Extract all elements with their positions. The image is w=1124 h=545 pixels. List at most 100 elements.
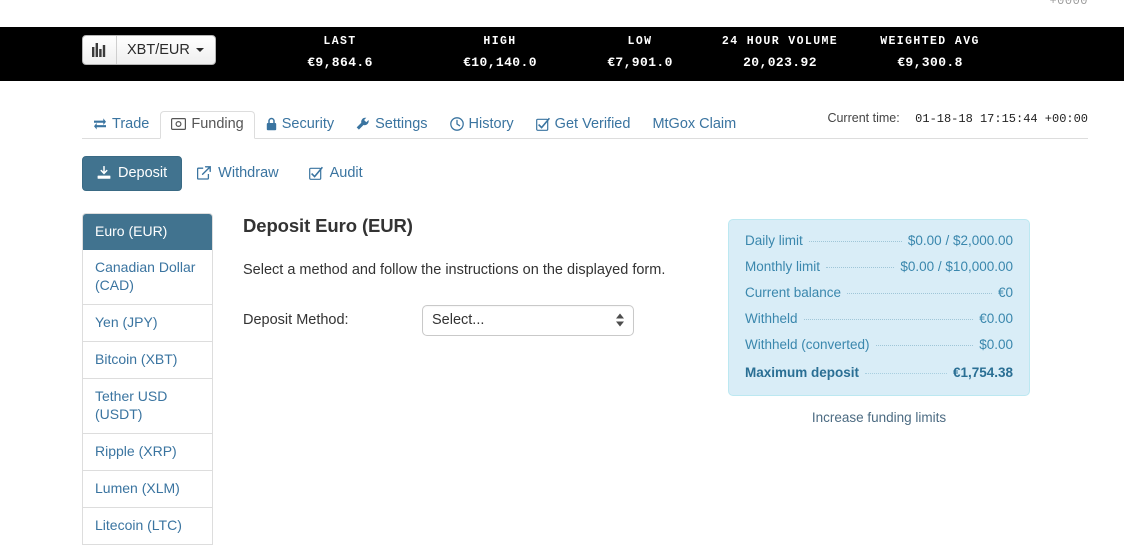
tab-label: Settings	[375, 115, 428, 132]
lock-icon	[266, 117, 277, 131]
subnav-deposit-button[interactable]: Deposit	[82, 156, 183, 191]
tab-mtgox-claim[interactable]: MtGox Claim	[641, 111, 747, 140]
limit-label: Withheld (converted)	[745, 336, 870, 352]
limit-value: €0	[997, 284, 1013, 300]
tab-label: Get Verified	[554, 115, 631, 132]
current-time: Current time: 01-18-18 17:15:44 +00:00	[827, 111, 1088, 126]
select-stepper-icon	[616, 313, 624, 327]
increase-funding-limits-label: Increase funding limits	[811, 409, 947, 425]
current-time-label: Current time:	[827, 111, 900, 125]
currency-sidebar: Euro (EUR) Canadian Dollar (CAD) Yen (JP…	[82, 212, 213, 545]
leader-dots	[808, 240, 902, 242]
limit-row-withheld: Withheld €0.00	[745, 311, 1013, 326]
sidebar-item-label: Euro (EUR)	[95, 222, 168, 239]
sidebar-item-label: Lumen (XLM)	[95, 479, 180, 496]
primary-nav-wrapper: Trade Funding Security Settings History …	[82, 81, 1088, 139]
tab-settings[interactable]: Settings	[345, 111, 438, 140]
leader-dots	[826, 266, 895, 268]
subnav-label: Audit	[329, 165, 363, 181]
tab-history[interactable]: History	[439, 111, 525, 140]
check-square-icon	[535, 117, 550, 131]
ticker-stat-value: €7,901.0	[607, 55, 673, 70]
leader-dots	[865, 372, 947, 374]
ticker-stat-key: WEIGHTED AVG	[880, 35, 980, 48]
sidebar-item-label: Tether USD (USDT)	[95, 388, 168, 422]
subnav-withdraw-button[interactable]: Withdraw	[182, 156, 293, 191]
clock-icon	[449, 116, 464, 131]
sidebar-item-xrp[interactable]: Ripple (XRP)	[83, 433, 212, 471]
tab-trade[interactable]: Trade	[82, 111, 160, 140]
ticker-stat-low: LOW €7,901.0	[570, 27, 710, 81]
subnav-label: Deposit	[118, 165, 168, 181]
limit-row-withheld-converted: Withheld (converted) $0.00	[745, 337, 1013, 352]
tab-label: Funding	[191, 115, 244, 132]
market-ticker-bar: XBT/EUR LAST €9,864.6 HIGH €10,140.0 LOW…	[0, 27, 1124, 81]
limit-value: $0.00 / $2,000.00	[907, 232, 1013, 248]
sidebar-item-xlm[interactable]: Lumen (XLM)	[83, 470, 212, 508]
subnav-audit-button[interactable]: Audit	[294, 156, 378, 191]
deposit-content: Deposit Euro (EUR) Select a method and f…	[243, 213, 1088, 425]
sidebar-item-label: Bitcoin (XBT)	[95, 351, 178, 368]
ticker-stat-value: €10,140.0	[463, 55, 537, 70]
leader-dots	[847, 292, 992, 294]
limit-label: Withheld	[745, 310, 798, 326]
deposit-method-label: Deposit Method:	[243, 312, 349, 328]
ticker-stat-high: HIGH €10,140.0	[430, 27, 570, 81]
ticker-stat-key: 24 HOUR VOLUME	[721, 35, 839, 48]
sidebar-item-eur[interactable]: Euro (EUR)	[83, 213, 212, 251]
sidebar-item-label: Ripple (XRP)	[95, 442, 177, 459]
leader-dots	[803, 318, 974, 320]
funding-body: Euro (EUR) Canadian Dollar (CAD) Yen (JP…	[0, 212, 1124, 545]
limit-label: Daily limit	[745, 232, 803, 248]
limit-label: Maximum deposit	[745, 364, 860, 380]
limit-row-current-balance: Current balance €0	[745, 285, 1013, 300]
download-icon	[97, 166, 111, 180]
currency-pair-label: XBT/EUR	[117, 36, 215, 64]
sidebar-item-label: Yen (JPY)	[95, 314, 158, 331]
clipped-timezone-fragment: +0000	[1049, 0, 1088, 8]
limit-row-maximum-deposit: Maximum deposit €1,754.38	[745, 365, 1013, 380]
increase-funding-limits-link[interactable]: Increase funding limits	[728, 410, 1030, 425]
ticker-stat-value: €9,300.8	[897, 55, 963, 70]
tab-get-verified[interactable]: Get Verified	[525, 111, 642, 140]
limit-value: €0.00	[979, 310, 1013, 326]
current-time-value: 01-18-18 17:15:44 +00:00	[915, 112, 1088, 126]
currency-pair-selector[interactable]: XBT/EUR	[82, 35, 216, 65]
limit-label: Current balance	[745, 284, 842, 300]
ticker-stat-last: LAST €9,864.6	[250, 27, 430, 81]
funding-limits-panel: Daily limit $0.00 / $2,000.00 Monthly li…	[728, 218, 1030, 396]
limit-row-monthly: Monthly limit $0.00 / $10,000.00	[745, 259, 1013, 274]
sidebar-item-label: Litecoin (LTC)	[95, 516, 182, 533]
sidebar-item-usdt[interactable]: Tether USD (USDT)	[83, 379, 212, 434]
ticker-stat-value: 20,023.92	[743, 55, 817, 70]
deposit-method-select[interactable]: Select...	[422, 304, 634, 336]
ticker-stat-weighted-avg: WEIGHTED AVG €9,300.8	[850, 27, 1010, 81]
tab-label: History	[468, 115, 514, 132]
sidebar-item-cad[interactable]: Canadian Dollar (CAD)	[83, 250, 212, 306]
limit-label: Monthly limit	[745, 258, 821, 274]
wrench-icon	[356, 117, 370, 131]
sidebar-item-ltc[interactable]: Litecoin (LTC)	[83, 507, 212, 545]
share-icon	[197, 166, 212, 180]
ticker-stat-value: €9,864.6	[307, 55, 373, 70]
limit-value: $0.00 / $10,000.00	[900, 258, 1013, 274]
tab-funding[interactable]: Funding	[160, 110, 255, 139]
caret-down-icon	[195, 48, 204, 52]
leader-dots	[875, 344, 974, 346]
tab-label: Security	[281, 115, 335, 132]
sidebar-item-jpy[interactable]: Yen (JPY)	[83, 305, 212, 343]
funding-subnav: Deposit Withdraw Audit	[82, 156, 1124, 191]
tab-security[interactable]: Security	[255, 111, 345, 140]
check-square-icon	[308, 166, 323, 181]
banknote-icon	[171, 117, 187, 130]
ticker-stat-volume: 24 HOUR VOLUME 20,023.92	[710, 27, 850, 81]
ticker-stat-key: HIGH	[483, 35, 517, 48]
limit-value: €1,754.38	[952, 364, 1013, 380]
sidebar-item-xbt[interactable]: Bitcoin (XBT)	[83, 342, 212, 380]
exchange-icon	[93, 117, 107, 130]
sidebar-item-label: Canadian Dollar (CAD)	[95, 259, 196, 294]
limit-value: $0.00	[979, 336, 1013, 352]
deposit-method-selected-value: Select...	[432, 312, 485, 328]
bar-chart-icon	[83, 36, 117, 64]
clipped-top-strip: +0000	[0, 0, 1124, 27]
